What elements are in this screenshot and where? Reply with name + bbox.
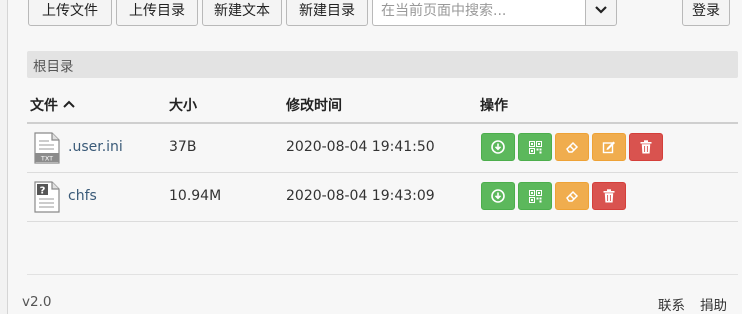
file-size: 37B	[169, 139, 197, 155]
column-header-mtime[interactable]: 修改时间	[286, 95, 342, 115]
column-header-size[interactable]: 大小	[169, 95, 197, 115]
trash-icon	[603, 189, 615, 203]
file-size: 10.94M	[169, 188, 222, 204]
svg-text:TXT: TXT	[40, 155, 53, 163]
upload-dir-button[interactable]: 上传目录	[116, 0, 198, 26]
contact-link[interactable]: 联系	[658, 294, 685, 314]
qrcode-button[interactable]	[518, 182, 552, 210]
qrcode-icon	[528, 189, 542, 203]
footer-divider	[27, 274, 738, 275]
main-panel: 上传文件 上传目录 新建文本 新建目录 在当前页面中搜索... 登录 根目录 文…	[8, 0, 742, 314]
download-icon	[491, 189, 505, 203]
column-header-actions: 操作	[480, 98, 508, 114]
breadcrumb[interactable]: 根目录	[27, 51, 738, 78]
unknown-file-icon: ?	[34, 181, 60, 213]
chevron-down-icon	[595, 6, 607, 14]
left-rail	[0, 0, 8, 314]
download-button[interactable]	[481, 182, 515, 210]
eraser-icon	[566, 190, 579, 202]
header-divider	[27, 122, 738, 124]
trash-icon	[640, 140, 652, 154]
file-mtime: 2020-08-04 19:43:09	[286, 188, 435, 204]
svg-text:?: ?	[40, 186, 46, 197]
edit-button[interactable]	[592, 133, 626, 161]
search-dropdown-button[interactable]	[585, 0, 617, 26]
version-label: v2.0	[22, 294, 52, 310]
rename-button[interactable]	[555, 133, 589, 161]
new-dir-button[interactable]: 新建目录	[286, 0, 368, 26]
qrcode-icon	[528, 140, 542, 154]
edit-icon	[602, 141, 615, 154]
rename-button[interactable]	[555, 182, 589, 210]
upload-file-button[interactable]: 上传文件	[28, 0, 112, 26]
download-icon	[491, 140, 505, 154]
eraser-icon	[566, 141, 579, 153]
file-mtime: 2020-08-04 19:41:50	[286, 139, 435, 155]
donate-link[interactable]: 捐助	[700, 294, 727, 314]
delete-button[interactable]	[592, 182, 626, 210]
new-text-button[interactable]: 新建文本	[202, 0, 282, 26]
txt-file-icon: TXT	[34, 132, 60, 164]
column-header-name[interactable]: 文件	[30, 95, 75, 115]
file-name-link[interactable]: chfs	[68, 188, 97, 204]
qrcode-button[interactable]	[518, 133, 552, 161]
row-divider	[27, 172, 738, 173]
login-button[interactable]: 登录	[682, 0, 730, 26]
row-divider	[27, 221, 738, 222]
search-input[interactable]: 在当前页面中搜索...	[372, 0, 586, 26]
breadcrumb-root[interactable]: 根目录	[33, 55, 74, 75]
delete-button[interactable]	[629, 133, 663, 161]
file-name-link[interactable]: .user.ini	[68, 139, 123, 155]
sort-asc-icon	[63, 100, 75, 108]
download-button[interactable]	[481, 133, 515, 161]
